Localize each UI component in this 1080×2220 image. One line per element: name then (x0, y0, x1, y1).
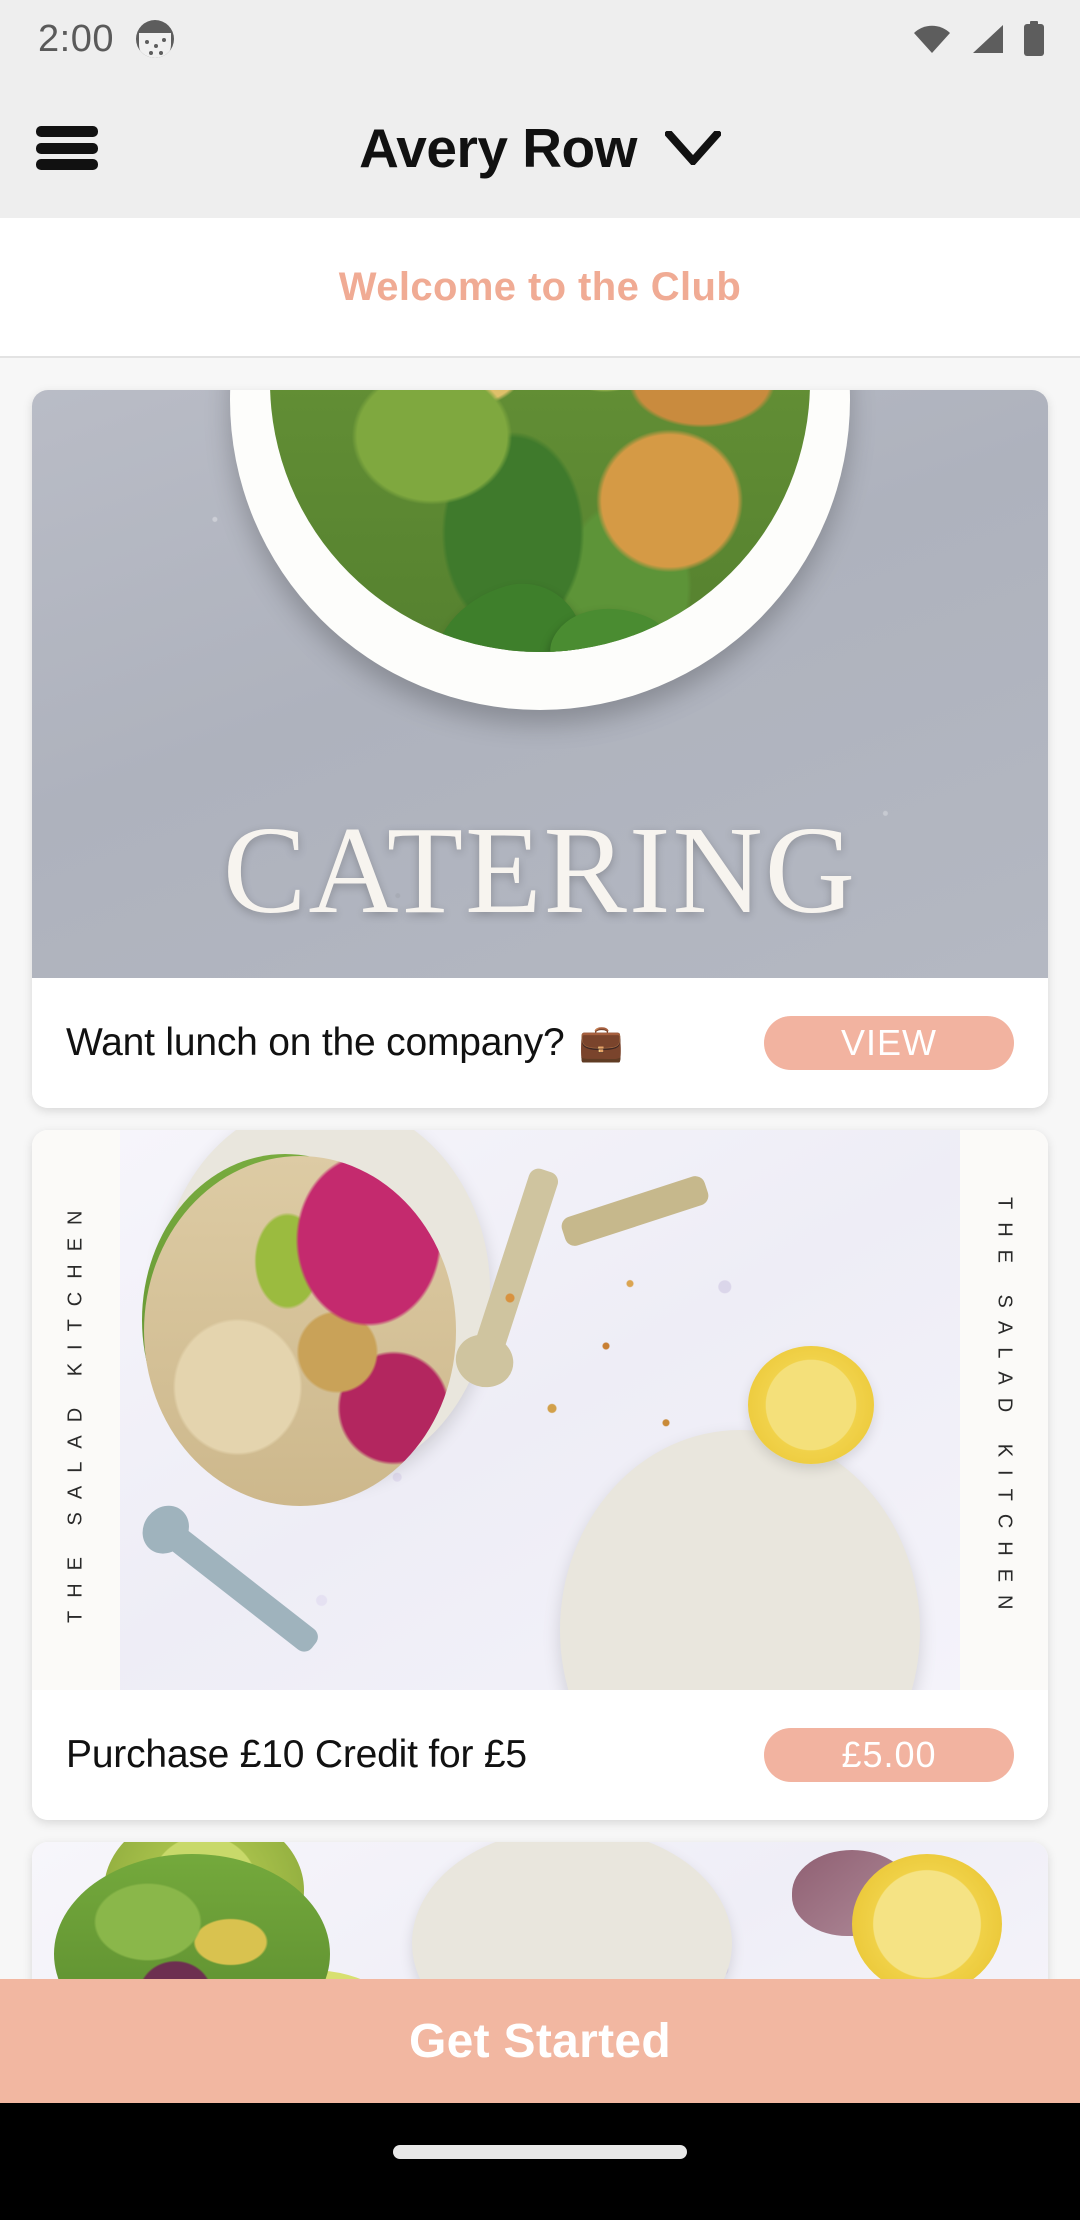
status-bar-clock: 2:00 (38, 17, 114, 60)
measuring-spoon-graphic (164, 1524, 322, 1656)
view-button[interactable]: VIEW (764, 1016, 1014, 1070)
spice-crumbs-graphic (450, 1250, 750, 1490)
status-bar: 2:00 (0, 0, 1080, 78)
content-scroll-area[interactable]: CATERING Want lunch on the company? 💼 VI… (0, 358, 1080, 2220)
salad-kitchen-card-image: THE SALAD KITCHEN THE SALAD KITCHEN (32, 1130, 1048, 1690)
home-indicator[interactable] (393, 2145, 687, 2159)
lemon-half-graphic (852, 1854, 1002, 1994)
system-navigation-bar (0, 2103, 1080, 2220)
briefcase-icon: 💼 (578, 1022, 624, 1063)
battery-full-icon (1022, 21, 1046, 57)
lemon-half-graphic (748, 1346, 874, 1464)
salad-kitchen-photo (120, 1130, 960, 1690)
chevron-down-icon[interactable] (663, 128, 723, 168)
catering-card-label: Want lunch on the company? 💼 (66, 1021, 623, 1065)
brand-vertical-text-left: THE SALAD KITCHEN (32, 1130, 120, 1690)
app-header-center: Avery Row (0, 78, 1080, 218)
app-header: Avery Row (0, 78, 1080, 218)
status-bar-right (912, 21, 1046, 57)
get-started-button[interactable]: Get Started (0, 1979, 1080, 2103)
credit-card-footer: Purchase £10 Credit for £5 £5.00 (32, 1690, 1048, 1820)
welcome-text: Welcome to the Club (338, 264, 742, 309)
catering-card-footer: Want lunch on the company? 💼 VIEW (32, 978, 1048, 1108)
welcome-banner: Welcome to the Club (0, 218, 1080, 358)
page-title: Avery Row (359, 117, 637, 179)
catering-card-label-text: Want lunch on the company? (66, 1021, 565, 1064)
catering-overlay-text: CATERING (222, 802, 858, 940)
credit-card-label-text: Purchase £10 Credit for £5 (66, 1733, 527, 1776)
hamburger-menu-icon[interactable] (36, 126, 98, 170)
cell-signal-icon (969, 24, 1005, 54)
credit-card-label: Purchase £10 Credit for £5 (66, 1733, 527, 1777)
get-started-label: Get Started (408, 2014, 672, 2068)
brand-vertical-text-right: THE SALAD KITCHEN (960, 1130, 1048, 1690)
wifi-icon (912, 24, 952, 54)
grain-bowl-contents-graphic (144, 1156, 456, 1506)
price-button[interactable]: £5.00 (764, 1728, 1014, 1782)
promo-card-catering[interactable]: CATERING Want lunch on the company? 💼 VI… (32, 390, 1048, 1108)
measuring-spoon-graphic (559, 1173, 711, 1249)
catering-card-image: CATERING (32, 390, 1048, 978)
status-bar-left: 2:00 (38, 18, 174, 61)
promo-card-credit[interactable]: THE SALAD KITCHEN THE SALAD KITCHEN Purc… (32, 1130, 1048, 1820)
notification-dot-icon (135, 20, 174, 58)
